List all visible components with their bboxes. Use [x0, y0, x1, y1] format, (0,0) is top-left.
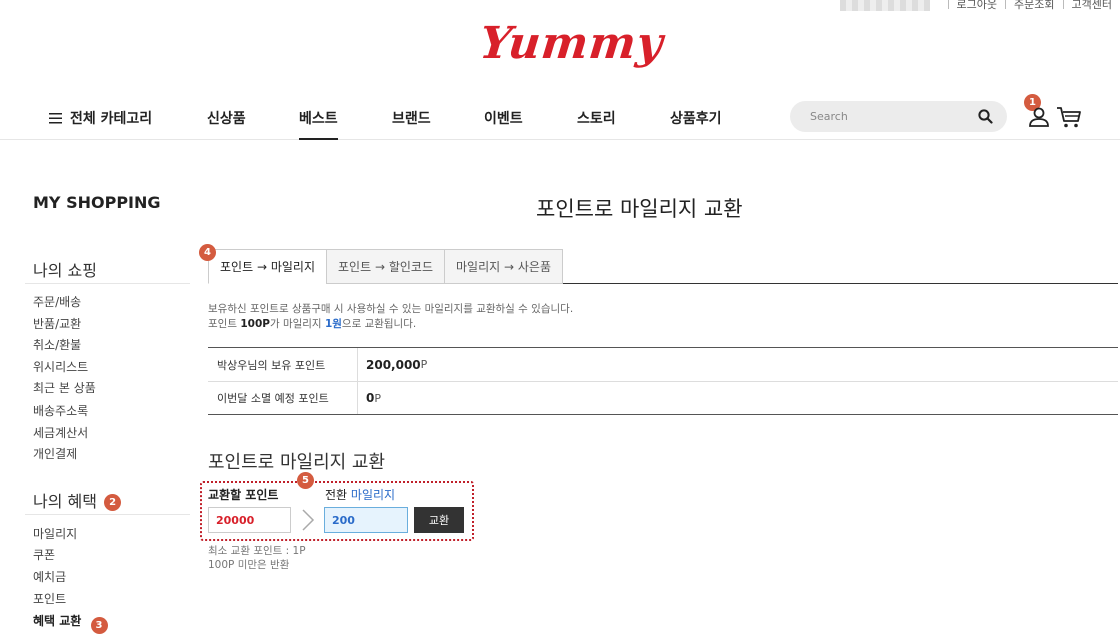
from-points-label: 교환할 포인트: [208, 488, 279, 502]
refund-note: 100P 미만은 반환: [208, 559, 290, 571]
sidebar-item-wishlist[interactable]: 위시리스트: [33, 358, 88, 375]
sidebar-group-benefit: 나의 혜택 2: [33, 488, 122, 512]
expiring-points-label: 이번달 소멸 예정 포인트: [208, 382, 358, 414]
user-icon[interactable]: [1028, 106, 1050, 128]
benefit-exchange-badge: 3: [90, 617, 108, 634]
converted-mileage-field[interactable]: 200: [324, 507, 408, 533]
cart-icon[interactable]: [1056, 105, 1082, 129]
sidebar-item-cancel[interactable]: 취소/환불: [33, 336, 81, 353]
point-summary-table: 박상우님의 보유 포인트 200,000 P 이번달 소멸 예정 포인트 0P: [208, 347, 1118, 415]
to-mileage-label: 전환 마일리지: [325, 488, 396, 502]
menu-icon: [49, 113, 62, 124]
exchange-points-input[interactable]: 20000: [208, 507, 291, 533]
search-box[interactable]: Search: [790, 101, 1007, 132]
exchange-badge: 5: [297, 472, 314, 489]
nav-item-best[interactable]: 베스트: [299, 108, 338, 140]
sidebar-item-orders[interactable]: 주문/배송: [33, 293, 81, 310]
nav-item-event[interactable]: 이벤트: [484, 108, 523, 140]
nav-item-new[interactable]: 신상품: [207, 108, 246, 140]
blurred-username: [839, 0, 930, 11]
sidebar-item-coupon[interactable]: 쿠폰: [33, 546, 55, 563]
customer-center-link[interactable]: 고객센터: [1072, 0, 1112, 12]
table-row: 박상우님의 보유 포인트 200,000 P: [208, 348, 1118, 381]
search-input[interactable]: Search: [810, 110, 848, 123]
logout-link[interactable]: 로그아웃: [957, 0, 997, 12]
nav-item-brand[interactable]: 브랜드: [392, 108, 431, 140]
tab-point-to-discount[interactable]: 포인트 → 할인코드: [326, 249, 445, 284]
page-title: 포인트로 마일리지 교환: [536, 197, 743, 221]
exchange-section-title: 포인트로 마일리지 교환: [208, 452, 386, 473]
table-row: 이번달 소멸 예정 포인트 0P: [208, 381, 1118, 414]
all-category-button[interactable]: 전체 카테고리: [49, 108, 152, 140]
sidebar-item-payment[interactable]: 개인결제: [33, 445, 77, 462]
nav-item-reviews[interactable]: 상품후기: [670, 108, 722, 140]
description-line-2: 포인트 100P가 마일리지 1원으로 교환됩니다.: [208, 318, 417, 330]
sidebar-title: MY SHOPPING: [33, 193, 161, 212]
sidebar-item-address[interactable]: 배송주소록: [33, 402, 88, 419]
nav-item-story[interactable]: 스토리: [577, 108, 616, 140]
top-utility-bar: 로그아웃 주문조회 고객센터: [839, 0, 1112, 12]
tab-badge: 4: [199, 244, 216, 261]
owned-points-label: 박상우님의 보유 포인트: [208, 348, 358, 381]
chevron-right-icon: [302, 509, 315, 531]
owned-points-value: 200,000 P: [366, 357, 428, 372]
brand-logo[interactable]: Yummy: [477, 18, 666, 69]
sidebar-item-benefit-exchange[interactable]: 혜택 교환 3: [33, 612, 108, 634]
sidebar-item-recent[interactable]: 최근 본 상품: [33, 379, 96, 396]
min-exchange-note: 최소 교환 포인트 : 1P: [208, 545, 306, 557]
benefit-badge: 2: [104, 494, 122, 511]
sidebar-item-point[interactable]: 포인트: [33, 590, 66, 607]
description-line-1: 보유하신 포인트로 상품구매 시 사용하실 수 있는 마일리지를 교환하실 수 …: [208, 303, 574, 315]
exchange-button[interactable]: 교환: [414, 507, 464, 533]
sidebar-group-shopping: 나의 쇼핑: [33, 261, 97, 280]
order-lookup-link[interactable]: 주문조회: [1014, 0, 1054, 12]
sidebar-item-mileage[interactable]: 마일리지: [33, 525, 77, 542]
tab-mileage-to-gift[interactable]: 마일리지 → 사은품: [444, 249, 563, 284]
search-icon[interactable]: [978, 109, 993, 124]
sidebar-item-tax[interactable]: 세금계산서: [33, 424, 88, 441]
sidebar-item-returns[interactable]: 반품/교환: [33, 315, 81, 332]
expiring-points-value: 0P: [366, 391, 381, 405]
tab-point-to-mileage[interactable]: 포인트 → 마일리지: [208, 249, 327, 284]
sidebar-item-deposit[interactable]: 예치금: [33, 568, 66, 585]
main-nav: 전체 카테고리 신상품 베스트 브랜드 이벤트 스토리 상품후기 Search …: [0, 94, 1120, 140]
